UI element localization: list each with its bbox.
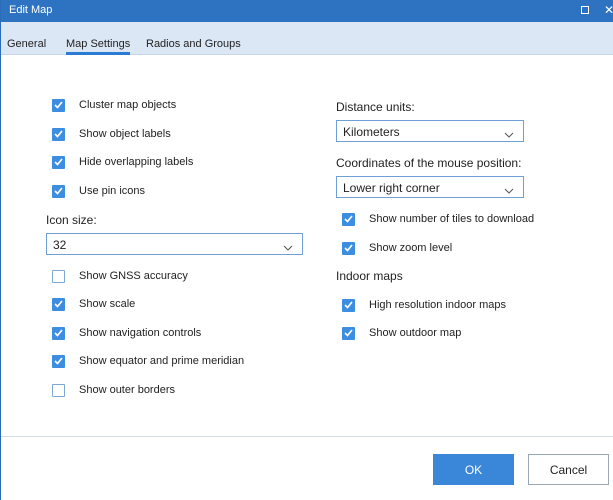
use-pin-icons-option[interactable]: Use pin icons <box>52 182 145 200</box>
maximize-icon[interactable] <box>581 6 589 14</box>
show-gnss-accuracy-option[interactable]: Show GNSS accuracy <box>52 267 188 285</box>
hide-overlapping-labels-option[interactable]: Hide overlapping labels <box>52 153 193 171</box>
checkbox-label: Show zoom level <box>369 242 453 254</box>
checkbox-label: Show equator and prime meridian <box>79 355 245 367</box>
distance-units-value: Kilometers <box>343 125 400 139</box>
checkbox[interactable] <box>52 184 65 198</box>
checkbox[interactable] <box>52 354 65 368</box>
tab-map-settings[interactable]: Map Settings <box>66 22 131 55</box>
checkbox-label: Cluster map objects <box>79 99 177 111</box>
icon-size-label: Icon size: <box>46 213 97 227</box>
checkbox[interactable] <box>52 297 65 311</box>
checkbox[interactable] <box>52 269 65 283</box>
checkbox-label: Show navigation controls <box>79 327 202 339</box>
show-zoom-level-option[interactable]: Show zoom level <box>342 239 452 257</box>
distance-units-select[interactable]: Kilometers <box>336 120 524 142</box>
show-tiles-to-download-option[interactable]: Show number of tiles to download <box>342 210 534 228</box>
checkbox-label: Show outdoor map <box>369 327 462 339</box>
mouse-coordinates-label: Coordinates of the mouse position: <box>336 156 522 170</box>
checkbox[interactable] <box>342 241 355 255</box>
tab-radios-and-groups[interactable]: Radios and Groups <box>146 22 241 55</box>
footer-divider <box>1 436 613 437</box>
close-icon[interactable]: ✕ <box>604 3 613 17</box>
map-settings-panel: Cluster map objects Show object labels H… <box>1 56 613 436</box>
mouse-coordinates-select[interactable]: Lower right corner <box>336 176 524 198</box>
checkbox-label: Show scale <box>79 298 136 310</box>
checkbox-label: High resolution indoor maps <box>369 299 506 311</box>
tab-general[interactable]: General <box>7 22 46 55</box>
checkbox-label: Show GNSS accuracy <box>79 270 188 282</box>
checkbox-label: Hide overlapping labels <box>79 156 194 168</box>
show-outdoor-map-option[interactable]: Show outdoor map <box>342 324 461 342</box>
chevron-down-icon <box>504 183 514 197</box>
checkbox[interactable] <box>342 298 355 312</box>
mouse-coordinates-value: Lower right corner <box>343 181 440 195</box>
checkbox-label: Show outer borders <box>79 384 175 396</box>
checkbox[interactable] <box>342 212 355 226</box>
ok-button[interactable]: OK <box>433 454 514 485</box>
title-bar: Edit Map ✕ <box>1 0 613 22</box>
high-resolution-indoor-maps-option[interactable]: High resolution indoor maps <box>342 296 506 314</box>
checkbox[interactable] <box>342 326 355 340</box>
indoor-maps-heading: Indoor maps <box>336 269 403 283</box>
chevron-down-icon <box>504 127 514 141</box>
chevron-down-icon <box>283 240 293 254</box>
checkbox[interactable] <box>52 383 65 397</box>
cluster-map-objects-option[interactable]: Cluster map objects <box>52 96 176 114</box>
checkbox-label: Use pin icons <box>79 185 146 197</box>
icon-size-select[interactable]: 32 <box>46 233 303 255</box>
distance-units-label: Distance units: <box>336 100 415 114</box>
icon-size-value: 32 <box>53 238 67 252</box>
show-scale-option[interactable]: Show scale <box>52 295 135 313</box>
tab-bar: General Map Settings Radios and Groups <box>1 22 613 55</box>
show-outer-borders-option[interactable]: Show outer borders <box>52 381 175 399</box>
show-navigation-controls-option[interactable]: Show navigation controls <box>52 324 201 342</box>
checkbox[interactable] <box>52 155 65 169</box>
checkbox-label: Show number of tiles to download <box>369 213 535 225</box>
checkbox[interactable] <box>52 127 65 141</box>
checkbox[interactable] <box>52 98 65 112</box>
show-object-labels-option[interactable]: Show object labels <box>52 125 171 143</box>
show-equator-and-prime-meridian-option[interactable]: Show equator and prime meridian <box>52 352 244 370</box>
window-title: Edit Map <box>9 4 53 16</box>
cancel-button[interactable]: Cancel <box>528 454 609 485</box>
checkbox[interactable] <box>52 326 65 340</box>
checkbox-label: Show object labels <box>79 128 171 140</box>
edit-map-dialog: Edit Map ✕ General Map Settings Radios a… <box>0 0 613 500</box>
